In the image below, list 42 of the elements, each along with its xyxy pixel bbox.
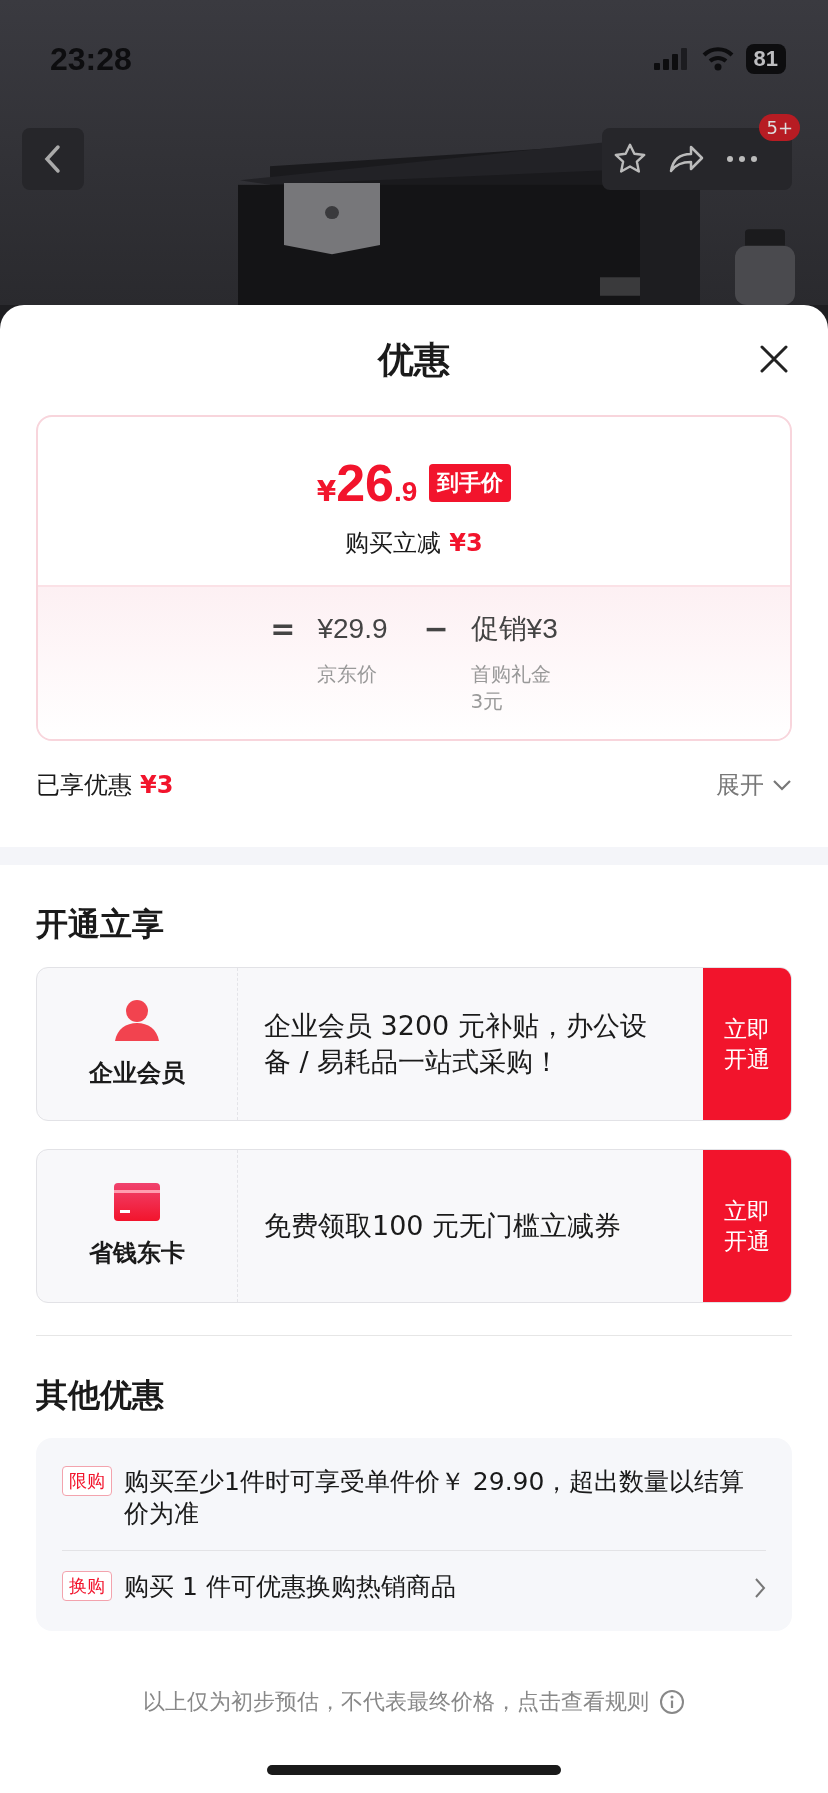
chevron-left-icon [43,144,63,174]
offer-description: 免费领取100 元无门槛立减券 [264,1209,622,1243]
final-price: 26 [336,453,394,513]
sheet-title: 优惠 [378,337,450,382]
currency-sign: ¥ [316,475,337,508]
activate-button[interactable]: 立即开通 [703,1150,791,1302]
discount-text: 购买至少1件时可享受单件价￥ 29.90，超出数量以结算价为准 [124,1466,746,1530]
offer-name: 企业会员 [89,1058,185,1089]
section-title: 开通立享 [35,904,165,945]
chevron-down-icon [772,779,792,791]
savings-label: 已享优惠 [36,771,132,799]
operator-sign: − [423,610,449,648]
person-icon [114,999,160,1041]
expand-button[interactable]: 展开 [716,769,792,801]
wifi-icon [701,47,734,71]
term-caption: 首购礼金3元 [470,661,552,715]
back-button[interactable] [22,128,84,190]
discount-tag: 限购 [62,1466,112,1496]
info-icon[interactable] [659,1689,685,1715]
signal-icon [653,48,690,70]
section-title: 其他优惠 [35,1375,165,1416]
activate-button[interactable]: 立即开通 [703,968,791,1120]
discount-text: 购买 1 件可优惠换购热销商品 [124,1571,457,1603]
operator-sign: = [270,610,296,648]
battery-level: 81 [745,44,786,74]
term-caption: 京东价 [317,661,379,688]
price-decimal: .9 [394,476,418,508]
more-icon [726,155,758,163]
price-term: ¥29.9 [317,612,388,646]
offer-name: 省钱东卡 [89,1238,185,1269]
card-icon [114,1183,160,1221]
discount-amount: ¥3 [449,529,483,557]
price-tag: 到手价 [429,464,512,502]
discount-tag: 换购 [62,1571,112,1601]
notification-badge: 5+ [759,114,800,141]
share-icon [667,143,705,175]
savings-amount: ¥3 [140,771,174,799]
discount-label: 购买立减 [345,529,442,557]
offer-description: 企业会员 3200 元补贴，办公设备 / 易耗品一站式采购！ [264,1009,648,1079]
disclaimer-text: 以上仅为初步预估，不代表最终价格，点击查看规则 [143,1688,649,1716]
chevron-right-icon[interactable] [754,1577,766,1599]
price-term: 促销¥3 [470,612,558,646]
